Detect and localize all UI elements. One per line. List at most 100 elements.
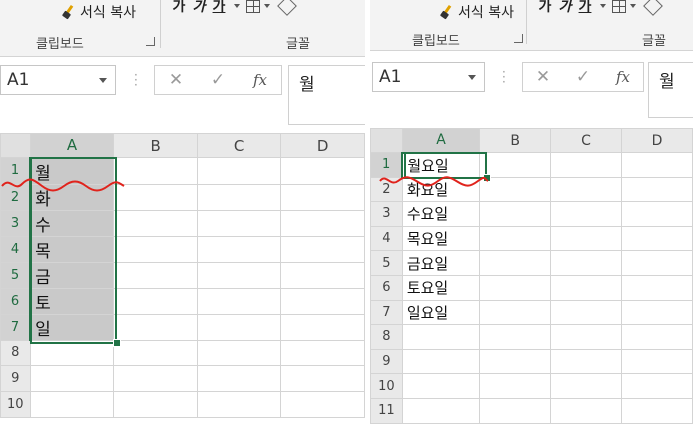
row-header[interactable]: 7: [370, 299, 403, 326]
row-header[interactable]: 8: [370, 324, 403, 350]
cell-a[interactable]: 목요일: [401, 225, 481, 252]
cell[interactable]: [113, 157, 198, 185]
row-header[interactable]: 1: [370, 152, 404, 178]
row-header[interactable]: 4: [370, 225, 403, 252]
cell[interactable]: [620, 373, 693, 399]
cell[interactable]: [620, 176, 693, 203]
cell[interactable]: [113, 183, 198, 211]
cell[interactable]: [113, 339, 198, 367]
dropdown-icon[interactable]: [234, 4, 240, 8]
cell[interactable]: [620, 324, 693, 350]
row-header[interactable]: 5: [0, 261, 32, 289]
cell[interactable]: [196, 313, 282, 341]
row-header[interactable]: 3: [0, 209, 32, 237]
cell[interactable]: [280, 235, 365, 263]
dropdown-icon[interactable]: [600, 4, 606, 8]
cell[interactable]: [479, 348, 552, 375]
cell-a[interactable]: 토요일: [401, 274, 481, 301]
fill-handle[interactable]: [113, 339, 121, 347]
cell[interactable]: [280, 183, 365, 211]
cell[interactable]: [280, 313, 365, 341]
dropdown-icon[interactable]: [630, 4, 636, 8]
fx-icon[interactable]: fx: [239, 71, 281, 89]
row-header[interactable]: 6: [0, 287, 32, 315]
cell[interactable]: [113, 365, 198, 393]
cell[interactable]: [550, 274, 622, 301]
cell[interactable]: [280, 391, 365, 419]
cell-a[interactable]: 목: [29, 235, 115, 263]
row-header[interactable]: 10: [0, 391, 31, 419]
italic-button[interactable]: 가: [192, 0, 206, 16]
select-all-corner[interactable]: [370, 128, 403, 153]
cell[interactable]: [550, 397, 622, 424]
cell-a[interactable]: 월: [29, 157, 115, 185]
cell[interactable]: [620, 299, 693, 326]
cell[interactable]: [620, 274, 693, 301]
cell[interactable]: [620, 152, 693, 178]
fill-handle[interactable]: [483, 174, 491, 182]
cell[interactable]: [280, 365, 365, 393]
cell-a[interactable]: [401, 348, 481, 375]
cell[interactable]: [550, 324, 622, 350]
cell-a[interactable]: 토: [29, 287, 115, 315]
column-header-d[interactable]: D: [280, 133, 365, 158]
cell[interactable]: [196, 209, 282, 237]
cell[interactable]: [479, 299, 552, 326]
cell[interactable]: [196, 391, 282, 419]
dropdown-icon[interactable]: [264, 4, 270, 8]
border-icon[interactable]: [246, 0, 260, 13]
clipboard-launcher-icon[interactable]: [514, 34, 523, 43]
cell[interactable]: [550, 348, 622, 375]
cell-a[interactable]: 월요일: [401, 152, 481, 178]
row-header[interactable]: 9: [370, 348, 403, 375]
underline-button[interactable]: 가: [578, 0, 592, 16]
row-header[interactable]: 11: [370, 397, 403, 424]
border-icon[interactable]: [612, 0, 626, 13]
cancel-x-icon[interactable]: ✕: [155, 70, 197, 90]
row-header[interactable]: 4: [0, 235, 32, 263]
column-header-c[interactable]: C: [550, 128, 622, 153]
cell[interactable]: [280, 261, 365, 289]
row-header[interactable]: 6: [370, 274, 403, 301]
cell-a[interactable]: 수요일: [401, 201, 481, 227]
bold-button[interactable]: 가: [172, 0, 186, 16]
underline-button[interactable]: 가: [212, 0, 226, 16]
cell-a[interactable]: [401, 324, 481, 350]
cell[interactable]: [620, 201, 693, 227]
clipboard-launcher-icon[interactable]: [146, 37, 155, 46]
cell-a[interactable]: [401, 373, 481, 399]
cell[interactable]: [196, 287, 282, 315]
name-box[interactable]: A1: [372, 62, 485, 92]
column-header-b[interactable]: B: [113, 133, 198, 158]
fill-color-icon[interactable]: [277, 0, 297, 16]
cell[interactable]: [280, 209, 365, 237]
cell[interactable]: [113, 209, 198, 237]
row-header[interactable]: 8: [0, 339, 31, 367]
cell[interactable]: [196, 365, 282, 393]
row-header[interactable]: 9: [0, 365, 31, 393]
row-header[interactable]: 2: [370, 176, 403, 203]
format-painter-button[interactable]: 서식 복사: [440, 2, 514, 22]
cell[interactable]: [550, 176, 622, 203]
dropdown-icon[interactable]: [468, 75, 476, 80]
select-all-corner[interactable]: [0, 133, 31, 158]
cell[interactable]: [550, 225, 622, 252]
italic-button[interactable]: 가: [558, 0, 572, 16]
cell[interactable]: [550, 299, 622, 326]
row-header[interactable]: 10: [370, 373, 403, 399]
cell[interactable]: [479, 201, 552, 227]
cell[interactable]: [620, 225, 693, 252]
formula-input[interactable]: 월: [648, 62, 693, 118]
cell[interactable]: [113, 313, 198, 341]
cell[interactable]: [550, 152, 622, 178]
dropdown-icon[interactable]: [99, 78, 107, 83]
cell[interactable]: [479, 397, 552, 424]
cell-a[interactable]: 금: [29, 261, 115, 289]
cell[interactable]: [113, 235, 198, 263]
cell[interactable]: [479, 250, 552, 276]
cell[interactable]: [479, 373, 552, 399]
column-header-b[interactable]: B: [479, 128, 552, 153]
row-header[interactable]: 3: [370, 201, 403, 227]
cell-a[interactable]: [401, 397, 481, 424]
cell-a[interactable]: 화요일: [401, 176, 481, 203]
